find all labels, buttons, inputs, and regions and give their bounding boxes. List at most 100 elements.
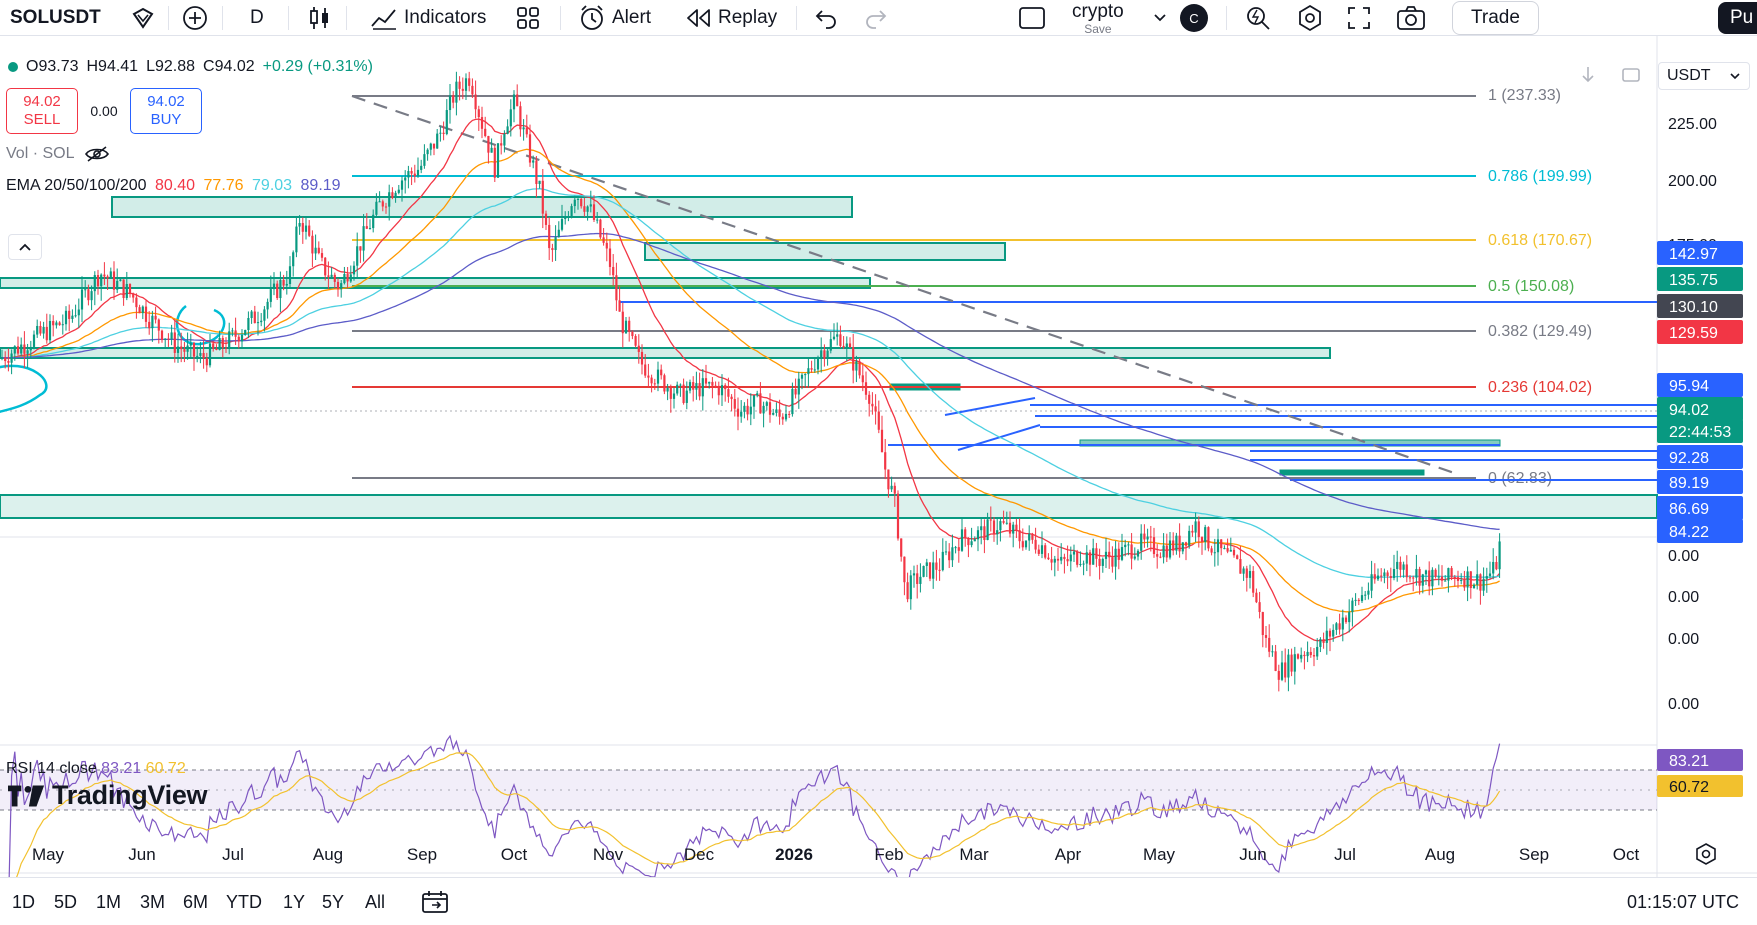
candle (839, 325, 842, 348)
candle (320, 248, 324, 262)
candle (426, 148, 429, 161)
templates-grid-icon[interactable] (516, 0, 540, 36)
candle (970, 527, 973, 548)
fullscreen-icon[interactable] (1346, 0, 1372, 36)
collapse-legend-button[interactable] (8, 234, 42, 260)
chevron-down-icon[interactable] (1152, 0, 1168, 36)
price-tag-text: 84.22 (1669, 524, 1709, 541)
candle (442, 121, 445, 141)
avatar[interactable]: C (1180, 0, 1208, 36)
candle (1258, 591, 1261, 619)
volume-legend[interactable]: Vol · SOL (6, 145, 110, 163)
eye-hidden-icon[interactable] (84, 145, 110, 163)
range-button-all[interactable]: All (365, 878, 385, 925)
time-axis[interactable]: May Jun Jul Aug Sep Oct Nov Dec 2026 Feb Mar Apr May… (32, 845, 1640, 864)
range-button-6m[interactable]: 6M (183, 878, 208, 925)
candle (538, 180, 541, 189)
price-axis[interactable]: 225.00200.00175.00125.00 (1668, 116, 1717, 416)
candle (391, 187, 394, 200)
candle (1357, 598, 1360, 606)
candle (20, 337, 23, 357)
candle (864, 371, 868, 400)
symbol-search[interactable]: SOLUSDT (10, 0, 101, 36)
candle (820, 337, 823, 373)
price-tag: 92.28 (1657, 445, 1743, 469)
redo-icon[interactable] (864, 0, 888, 36)
candle (941, 538, 944, 572)
candle (996, 517, 999, 545)
indicators-button[interactable]: Indicators (370, 0, 486, 36)
range-button-3m[interactable]: 3M (140, 878, 165, 925)
time-tick-label: Jul (1334, 845, 1356, 864)
camera-icon[interactable] (1396, 0, 1426, 36)
add-symbol-icon[interactable] (182, 0, 208, 36)
candle (32, 330, 36, 350)
currency-select[interactable]: USDT (1658, 62, 1750, 90)
trade-label: Trade (1452, 1, 1539, 35)
ohlc-low: L92.88 (146, 58, 196, 75)
price-tag-text: 142.97 (1669, 246, 1718, 263)
alert-button[interactable]: Alert (578, 0, 651, 36)
range-button-5d[interactable]: 5D (54, 878, 77, 925)
candle (1255, 588, 1258, 604)
restore-icon[interactable] (1622, 68, 1640, 82)
scroll-down-icon[interactable] (1582, 67, 1594, 83)
candle (1268, 624, 1271, 658)
candle (516, 84, 519, 107)
rsi-legend[interactable]: RSI 14 close 83.21 60.72 (6, 760, 186, 778)
candle (301, 217, 304, 244)
candle (1264, 626, 1268, 648)
candle (784, 405, 788, 422)
candle (1172, 532, 1175, 556)
fibonacci-retracement[interactable] (352, 95, 1476, 479)
range-button-1y[interactable]: 1Y (283, 878, 305, 925)
candle (1248, 564, 1252, 589)
chart-type-candles-icon[interactable] (308, 0, 332, 36)
candle (724, 383, 727, 402)
candle (455, 71, 458, 116)
candle (1325, 616, 1328, 655)
candle (1063, 553, 1066, 574)
settings-gear-icon[interactable] (1296, 0, 1324, 36)
compare-icon[interactable] (130, 0, 156, 36)
sell-label: SELL (23, 111, 61, 128)
range-button-5y[interactable]: 5Y (322, 878, 344, 925)
layout-name-button[interactable]: crypto Save (1072, 0, 1124, 36)
candle (1271, 645, 1274, 657)
undo-icon[interactable] (814, 0, 838, 36)
candle (480, 106, 484, 139)
axis-settings-icon[interactable] (1696, 843, 1716, 865)
tradingview-logo-icon (8, 785, 45, 806)
candle (1274, 644, 1277, 672)
buy-button[interactable]: 94.02 BUY (130, 88, 202, 134)
candle (1469, 570, 1472, 599)
candle (1495, 556, 1498, 571)
publish-button[interactable]: Pu (1718, 0, 1757, 36)
candle (1236, 554, 1239, 560)
candle (304, 218, 308, 240)
trade-button[interactable]: Trade (1452, 0, 1539, 36)
time-tick-label: May (32, 845, 65, 864)
candle (679, 383, 682, 397)
sell-button[interactable]: 94.02 SELL (6, 88, 78, 134)
freehand-circles[interactable] (0, 305, 226, 415)
replay-button[interactable]: Replay (684, 0, 777, 36)
candle (1287, 649, 1290, 692)
candle (1178, 523, 1181, 558)
candle (1184, 541, 1188, 561)
range-button-ytd[interactable]: YTD (226, 878, 262, 925)
layout-square-icon[interactable] (1018, 0, 1046, 36)
quick-search-icon[interactable] (1244, 0, 1272, 36)
range-button-1d[interactable]: 1D (12, 878, 35, 925)
interval-button[interactable]: D (250, 0, 264, 36)
rsi-tag-text: 83.21 (1669, 753, 1709, 770)
candle (359, 246, 362, 263)
date-range-calendar-icon[interactable] (420, 878, 450, 925)
range-button-1m[interactable]: 1M (96, 878, 121, 925)
ema-legend[interactable]: EMA 20/50/100/200 80.40 77.76 79.03 89.1… (6, 177, 345, 195)
price-tags: 142.97 135.75 130.10 129.59 95.94 94.02 22:44:… (1657, 241, 1743, 543)
candle (1098, 548, 1101, 580)
candle (1498, 533, 1501, 578)
price-chart[interactable]: 1 (237.33) 0.786 (199.99) 0.618 (170.67)… (0, 36, 1757, 877)
utc-clock[interactable]: 01:15:07 UTC (1627, 878, 1739, 925)
